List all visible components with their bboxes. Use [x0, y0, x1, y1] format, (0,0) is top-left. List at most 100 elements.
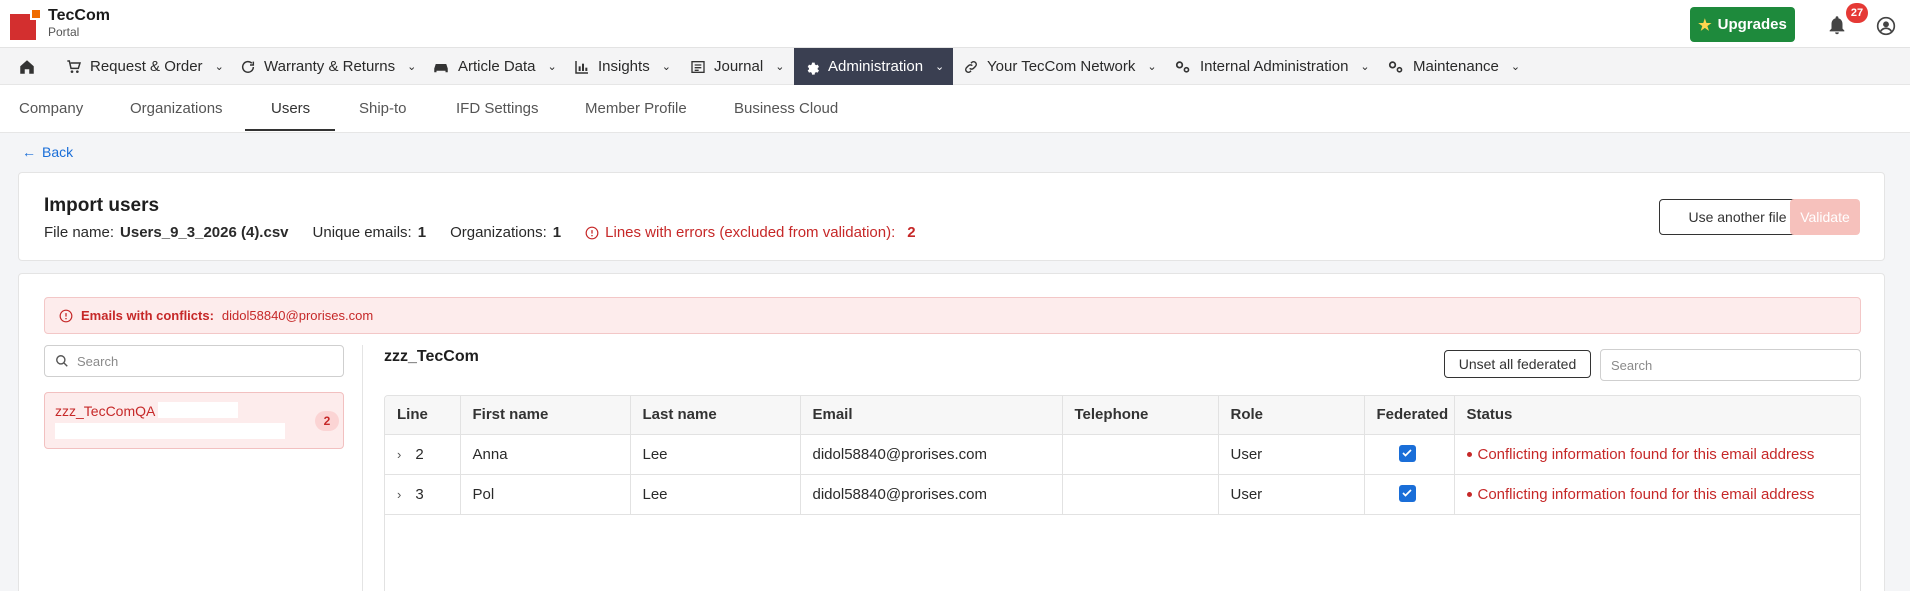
chevron-down-icon: ⌄ [1510, 61, 1521, 73]
organization-name: zzz_TecComQA [55, 403, 156, 419]
search-placeholder: Search [1611, 357, 1653, 373]
unset-all-federated-button[interactable]: Unset all federated [1444, 350, 1591, 378]
role-cell: User [1218, 474, 1365, 515]
column-header[interactable]: Last name [630, 396, 801, 435]
nav-warranty-returns[interactable]: Warranty & Returns ⌄ [240, 48, 416, 85]
email-cell: didol58840@prorises.com [800, 434, 1063, 475]
federated-checkbox[interactable] [1398, 484, 1416, 502]
organization-search-input[interactable]: Search [44, 345, 344, 377]
logo-mark-icon [10, 8, 42, 40]
list-icon [691, 60, 705, 73]
active-tab-indicator [245, 129, 335, 131]
top-bar: TecCom Portal ★ Upgrades 27 [0, 0, 1910, 48]
gears-icon [1175, 60, 1190, 73]
nav-insights[interactable]: Insights ⌄ [574, 48, 671, 85]
alert-email: didol58840@prorises.com [221, 308, 374, 323]
tab-member-profile[interactable]: Member Profile [585, 85, 687, 133]
table-row[interactable]: › 2 Anna Lee didol58840@prorises.com User… [385, 434, 1860, 475]
email-cell: didol58840@prorises.com [800, 474, 1063, 515]
last-name-cell: Lee [630, 474, 801, 515]
conflict-alert: Emails with conflicts: didol58840@proris… [44, 297, 1861, 334]
column-header[interactable]: Role [1218, 396, 1365, 435]
federated-cell [1364, 474, 1455, 515]
chevron-down-icon: ⌄ [1360, 61, 1370, 73]
column-header[interactable]: Telephone [1062, 396, 1219, 435]
table-header-row: Line First name Last name Email Telephon… [385, 396, 1860, 435]
nav-label: Insights [598, 58, 650, 75]
nav-label: Journal [714, 58, 764, 75]
teccom-logo[interactable]: TecCom Portal [10, 8, 110, 40]
column-header[interactable]: First name [460, 396, 631, 435]
back-label: Back [42, 144, 74, 160]
home-icon [20, 59, 34, 74]
tab-ifd-settings[interactable]: IFD Settings [456, 85, 539, 133]
status-text: Conflicting information found for this e… [1477, 445, 1815, 463]
cart-icon [67, 59, 81, 73]
error-count-badge: 2 [315, 411, 339, 431]
check-icon [1402, 489, 1412, 497]
nav-label: Your TecCom Network [987, 58, 1136, 75]
nav-request-order[interactable]: Request & Order ⌄ [66, 48, 224, 85]
nav-label: Administration [828, 58, 924, 75]
nav-teccom-network[interactable]: Your TecCom Network ⌄ [963, 48, 1157, 85]
alert-label: Emails with conflicts: [81, 308, 214, 323]
chevron-down-icon: ⌄ [935, 61, 945, 73]
nav-maintenance[interactable]: Maintenance ⌄ [1387, 48, 1520, 85]
table-row[interactable]: › 3 Pol Lee didol58840@prorises.com User … [385, 474, 1860, 515]
arrow-left-icon: ← [22, 144, 36, 160]
brand-subtitle: Portal [48, 25, 80, 39]
column-header[interactable]: Status [1454, 396, 1860, 435]
nav-label: Warranty & Returns [264, 58, 396, 75]
column-header[interactable]: Line [385, 396, 461, 435]
line-number: 3 [415, 485, 424, 503]
alert-circle-icon [59, 309, 73, 322]
chevron-right-icon[interactable]: › [397, 447, 401, 462]
first-name-cell: Anna [460, 434, 631, 475]
main-nav: Request & Order ⌄ Warranty & Returns ⌄ A… [0, 48, 1910, 85]
redacted-block [158, 402, 238, 418]
status-text: Conflicting information found for this e… [1477, 485, 1815, 503]
tab-business-cloud[interactable]: Business Cloud [734, 85, 838, 133]
nav-label: Internal Administration [1200, 58, 1349, 75]
chevron-down-icon: ⌄ [1147, 61, 1157, 73]
nav-article-data[interactable]: Article Data ⌄ [432, 48, 557, 85]
error-lines: Lines with errors (excluded from validat… [585, 224, 916, 241]
account-icon[interactable] [1876, 16, 1896, 36]
tab-company[interactable]: Company [19, 85, 83, 133]
organization-list-item[interactable]: zzz_TecComQA 2 [44, 392, 344, 449]
search-placeholder: Search [77, 353, 119, 369]
federated-checkbox[interactable] [1398, 444, 1416, 462]
table-search-input[interactable]: Search [1600, 349, 1861, 381]
tab-ship-to[interactable]: Ship-to [359, 85, 407, 133]
tab-organizations[interactable]: Organizations [130, 85, 223, 133]
organization-title: zzz_TecCom [384, 348, 479, 365]
upgrades-label: Upgrades [1717, 16, 1787, 33]
car-icon [434, 63, 448, 72]
bell-icon[interactable] [1826, 14, 1848, 36]
chevron-down-icon: ⌄ [214, 61, 224, 73]
unique-emails: Unique emails: 1 [312, 224, 427, 241]
import-details-card: Emails with conflicts: didol58840@proris… [18, 273, 1885, 591]
validate-button[interactable]: Validate [1790, 199, 1860, 235]
error-dot-icon [1466, 491, 1472, 497]
back-link[interactable]: ← Back [22, 144, 73, 160]
nav-journal[interactable]: Journal ⌄ [690, 48, 784, 85]
brand-title: TecCom [48, 7, 110, 24]
tab-users[interactable]: Users [271, 85, 310, 133]
column-header[interactable]: Federated [1364, 396, 1455, 435]
nav-internal-administration[interactable]: Internal Administration ⌄ [1174, 48, 1370, 85]
federated-cell [1364, 434, 1455, 475]
column-header[interactable]: Email [800, 396, 1063, 435]
nav-administration[interactable]: Administration ⌄ [794, 48, 953, 85]
gear-icon [807, 62, 819, 75]
telephone-cell [1062, 434, 1219, 475]
chevron-right-icon[interactable]: › [397, 487, 401, 502]
nav-label: Article Data [458, 58, 536, 75]
gears-icon [1388, 60, 1403, 73]
home-nav[interactable] [18, 48, 36, 85]
sub-tabs: Company Organizations Users Ship-to IFD … [0, 85, 1910, 133]
organizations-count: Organizations: 1 [450, 224, 562, 241]
chevron-down-icon: ⌄ [407, 61, 417, 73]
chevron-down-icon: ⌄ [775, 61, 785, 73]
upgrades-button[interactable]: ★ Upgrades [1690, 7, 1795, 42]
